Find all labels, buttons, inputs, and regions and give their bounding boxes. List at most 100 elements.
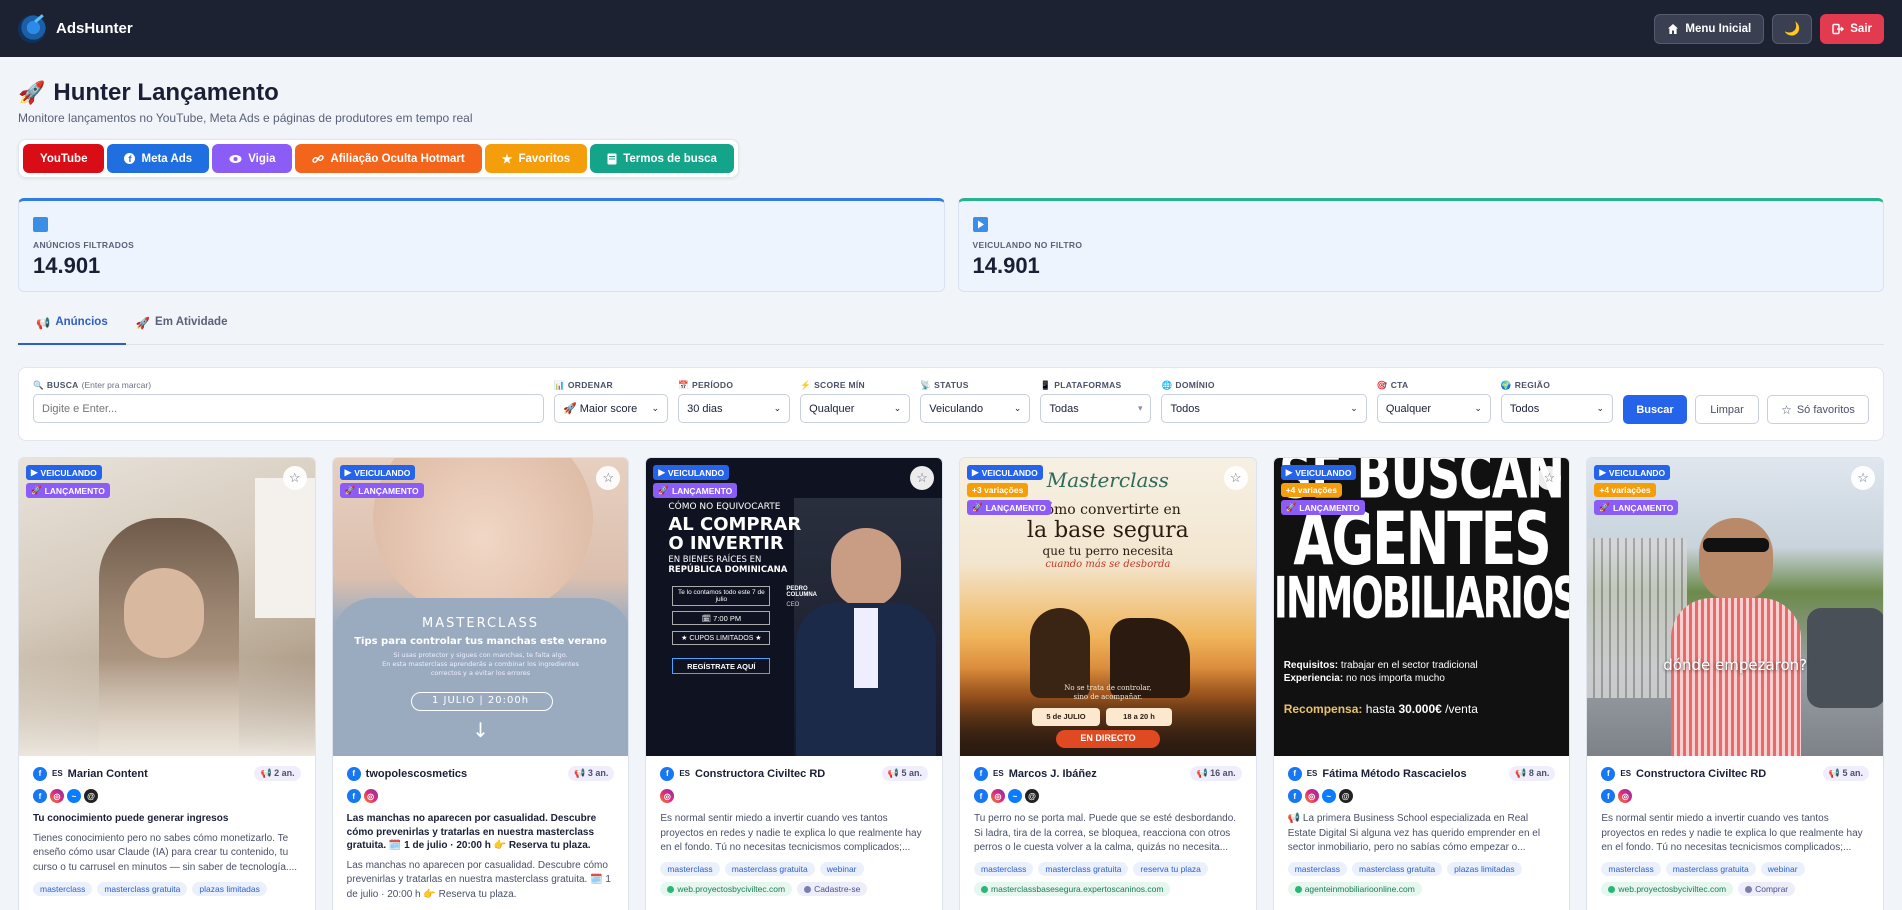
img-box: 18 a 20 h	[1106, 708, 1173, 726]
pill-vigia[interactable]: Vigia	[212, 144, 293, 173]
logout-button[interactable]: Sair	[1820, 13, 1884, 44]
domain-chip[interactable]: web.proyectosbyciviltec.com	[1601, 882, 1734, 896]
facebook-page-icon: f	[33, 766, 47, 781]
favorite-star-button[interactable]: ☆	[1223, 466, 1248, 490]
dominio-select[interactable]: Todos ⌄	[1161, 394, 1367, 423]
pill-favoritos[interactable]: ★ Favoritos	[484, 144, 588, 173]
chevron-down-icon: ⌄	[1350, 403, 1358, 413]
domain-chip[interactable]: agenteinmobiliarioonline.com	[1287, 882, 1422, 896]
ad-text: Es normal sentir miedo a invertir cuando…	[1601, 813, 1863, 853]
pill-youtube[interactable]: YouTube	[23, 144, 105, 173]
cta-select[interactable]: Qualquer ⌄	[1376, 394, 1491, 423]
img-line: sino de acompañar.	[1073, 693, 1143, 701]
ad-card[interactable]: dónde empezaron? ▶ VEICULANDO +4 variaçõ…	[1586, 457, 1885, 910]
ad-card[interactable]: ▶ VEICULANDO 🚀 LANÇAMENTO ☆ f ES Marian Co…	[18, 457, 316, 910]
book-icon	[607, 153, 617, 164]
blue-book-icon	[33, 217, 48, 232]
badge-text: VEICULANDO	[667, 467, 725, 478]
ordenar-select[interactable]: 🚀 Maior score ⌄	[554, 394, 669, 423]
ad-creative-image: SE BUSCAN AGENTES INMOBILIARIOS Requisit…	[1273, 458, 1570, 756]
favorite-star-button[interactable]: ☆	[596, 466, 621, 490]
ad-card[interactable]: SE BUSCAN AGENTES INMOBILIARIOS Requisit…	[1272, 457, 1571, 910]
lightning-icon: ⚡	[800, 379, 812, 390]
pill-meta-ads-label: Meta Ads	[141, 152, 193, 165]
pill-vigia-label: Vigia	[248, 152, 276, 165]
ordenar-label: 📊 ORDENAR	[554, 380, 668, 391]
menu-inicial-button[interactable]: Menu Inicial	[1654, 13, 1765, 44]
ad-card[interactable]: Masterclass Cómo convertirte en la base …	[959, 457, 1257, 910]
ad-age-text: 16 an.	[1210, 768, 1236, 778]
advertiser-name[interactable]: Marian Content	[68, 768, 148, 780]
instagram-icon: ◎	[1304, 789, 1319, 803]
favorite-star-button[interactable]: ☆	[1851, 466, 1876, 490]
brand[interactable]: AdsHunter	[18, 14, 133, 43]
keyword-tag: masterclass gratuita	[1665, 862, 1756, 876]
facebook-icon: f	[1601, 789, 1616, 803]
plataformas-label: 📱 PLATAFORMAS	[1040, 380, 1151, 391]
instagram-icon: ◎	[1618, 789, 1633, 803]
score-value: Qualquer	[809, 402, 855, 415]
status-select[interactable]: Veiculando ⌄	[920, 394, 1031, 423]
limpar-button[interactable]: Limpar	[1695, 395, 1759, 424]
cta-label-text: CTA	[1390, 380, 1409, 390]
theme-toggle-button[interactable]: 🌙	[1772, 13, 1813, 44]
globe-icon	[1608, 885, 1616, 893]
keyword-tag: masterclass gratuita	[1038, 862, 1129, 876]
score-label: ⚡ SCORE MÍN	[800, 379, 910, 391]
language-code: ES	[52, 769, 63, 778]
favorite-star-button[interactable]: ☆	[910, 466, 935, 490]
status-value: Veiculando	[929, 402, 984, 415]
keyword-tag: masterclass gratuita	[1352, 862, 1443, 876]
keyword-tag: masterclass gratuita	[724, 862, 815, 876]
ad-card[interactable]: MASTERCLASS Tips para controlar tus manc…	[331, 457, 630, 910]
pill-termos-de-busca[interactable]: Termos de busca	[590, 144, 734, 173]
img-line: CEO	[786, 602, 800, 608]
periodo-select[interactable]: 30 dias ⌄	[678, 394, 791, 423]
img-line: AL COMPRAR	[668, 514, 802, 535]
advertiser-name[interactable]: Constructora Civiltec RD	[695, 768, 825, 780]
ad-age-badge: 📢 2 an.	[254, 766, 301, 781]
advertiser-name[interactable]: twopolescosmetics	[366, 768, 467, 780]
instagram-icon: ◎	[660, 789, 675, 803]
variations-badge: +3 variações	[967, 483, 1029, 497]
img-box: REGÍSTRATE AQUÍ	[672, 658, 771, 674]
tab-anuncios[interactable]: 📢 Anúncios	[18, 314, 126, 345]
periodo-label-text: PERÍODO	[691, 380, 734, 390]
advertiser-name[interactable]: Fátima Método Rascacielos	[1322, 768, 1466, 780]
page-title: 🚀 Hunter Lançamento	[18, 79, 1884, 107]
pill-afiliacao-oculta[interactable]: Afiliação Oculta Hotmart	[295, 144, 482, 173]
regiao-select[interactable]: Todos ⌄	[1500, 394, 1613, 423]
threads-icon: @	[1338, 789, 1353, 803]
moon-icon: 🌙	[1784, 20, 1801, 36]
caret-down-icon: ▾	[1137, 403, 1143, 413]
messenger-icon: ~	[67, 789, 81, 803]
buscar-button[interactable]: Buscar	[1623, 395, 1687, 424]
stat-veiculando-no-filtro: VEICULANDO NO FILTRO 14.901	[957, 198, 1884, 292]
keyword-tag: webinar	[819, 862, 864, 876]
keyword-tag: masterclass	[974, 862, 1034, 876]
pill-meta-ads[interactable]: f Meta Ads	[107, 144, 210, 173]
ad-age-badge: 📢 16 an.	[1190, 766, 1242, 781]
domain-chip[interactable]: masterclassbasesegura.expertoscaninos.co…	[974, 882, 1171, 896]
threads-icon: @	[1025, 789, 1040, 803]
platform-icons: f ◎ ~ @	[33, 789, 301, 803]
advertiser-name[interactable]: Marcos J. Ibáñez	[1009, 768, 1097, 780]
img-line: REPÚBLICA DOMINICANA	[668, 565, 788, 575]
ordenar-value: Maior score	[579, 403, 638, 415]
score-select[interactable]: Qualquer ⌄	[800, 394, 911, 423]
ad-card[interactable]: CÓMO NO EQUIVOCARTE AL COMPRAR O INVERTI…	[645, 457, 944, 910]
tab-em-atividade[interactable]: 🚀 Em Atividade	[136, 314, 228, 344]
search-input[interactable]	[33, 394, 544, 423]
so-favoritos-button[interactable]: ☆ Só favoritos	[1767, 395, 1869, 424]
facebook-icon: f	[1287, 789, 1302, 803]
regiao-value: Todos	[1509, 402, 1540, 415]
tabs: 📢 Anúncios 🚀 Em Atividade	[18, 314, 1884, 345]
img-text: trabajar en el sector tradicional	[1340, 660, 1478, 671]
advertiser-name[interactable]: Constructora Civiltec RD	[1636, 768, 1766, 780]
domain-chip[interactable]: web.proyectosbyciviltec.com	[660, 882, 793, 896]
status-label-text: STATUS	[934, 380, 969, 390]
plataformas-select[interactable]: Todas ▾	[1040, 394, 1152, 423]
favorite-star-button[interactable]: ☆	[282, 466, 307, 490]
status-badge: ▶ VEICULANDO	[653, 465, 730, 480]
earth-icon: 🌍	[1500, 379, 1512, 390]
